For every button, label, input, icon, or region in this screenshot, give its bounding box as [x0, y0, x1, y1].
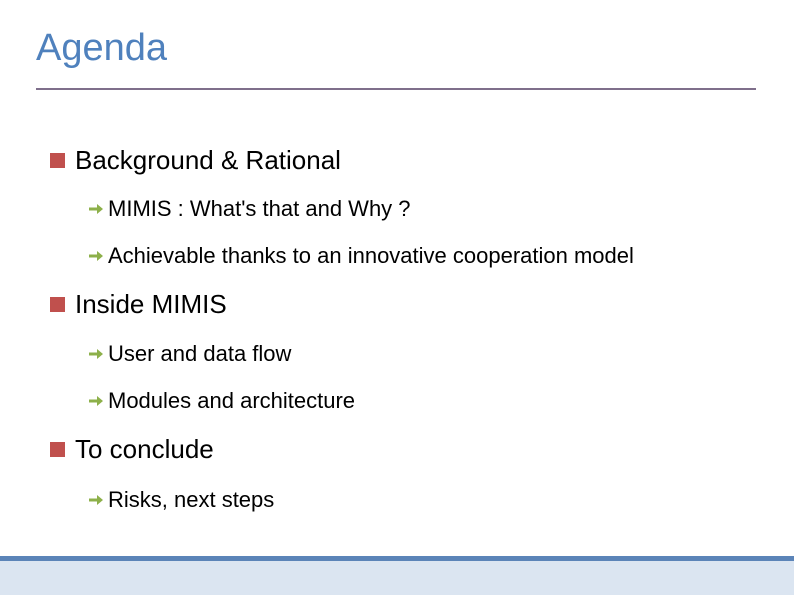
square-bullet-icon: [50, 152, 65, 168]
agenda-item: Modules and architecture: [88, 387, 355, 415]
agenda-item: User and data flow: [88, 340, 291, 368]
item-label: MIMIS : What's that and Why ?: [108, 196, 411, 221]
section-label: Inside MIMIS: [75, 289, 227, 319]
item-label: Achievable thanks to an innovative coope…: [108, 243, 634, 268]
footer-band: [0, 561, 794, 595]
section-label: To conclude: [75, 434, 214, 464]
square-bullet-icon: [50, 296, 65, 312]
agenda-item: Risks, next steps: [88, 486, 274, 514]
slide-title: Agenda: [36, 27, 168, 69]
item-label: Modules and architecture: [108, 388, 356, 413]
square-bullet-icon: [50, 441, 65, 457]
section-label: Background & Rational: [75, 145, 341, 175]
agenda-section: Inside MIMIS: [50, 288, 227, 320]
item-label: Risks, next steps: [108, 487, 275, 512]
agenda-item: Achievable thanks to an innovative coope…: [88, 242, 634, 270]
agenda-item: MIMIS : What's that and Why ?: [88, 195, 411, 223]
arrow-right-icon: [89, 204, 103, 214]
arrow-right-icon: [89, 495, 103, 505]
title-divider: [36, 88, 756, 90]
arrow-right-icon: [89, 396, 103, 406]
agenda-section: Background & Rational: [50, 144, 341, 176]
agenda-section: To conclude: [50, 433, 214, 465]
arrow-right-icon: [89, 251, 103, 261]
item-label: User and data flow: [108, 341, 292, 366]
arrow-right-icon: [89, 349, 103, 359]
